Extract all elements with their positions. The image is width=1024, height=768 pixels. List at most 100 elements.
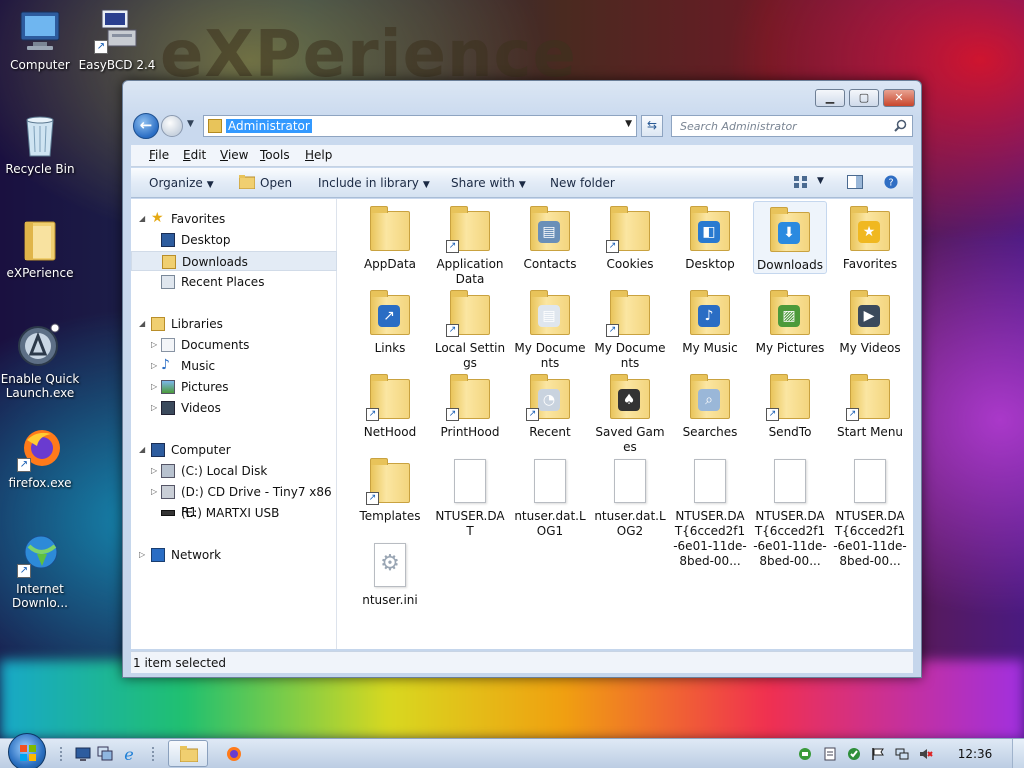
file-item[interactable]: NTUSER.DAT{6cced2f1-6e01-11de-8bed-00... (753, 453, 827, 569)
desktop-icon-recycle-bin[interactable]: Recycle Bin (0, 112, 80, 176)
desktop-icon-computer[interactable]: Computer (0, 8, 80, 72)
desktop-icon-enable-quick-launch[interactable]: Enable Quick Launch.exe (0, 322, 80, 400)
nav-videos[interactable]: ▷ Videos (131, 398, 337, 418)
collapse-icon[interactable]: ◢ (139, 209, 145, 229)
nav-cd-drive[interactable]: ▷ (D:) CD Drive - Tiny7 x86 R1 (131, 482, 337, 519)
folder-item[interactable]: ↗ My Documents (593, 285, 667, 371)
folder-item[interactable]: ↗ Cookies (593, 201, 667, 272)
network-connection-icon[interactable] (895, 747, 909, 761)
security-tray-icon[interactable] (847, 747, 861, 761)
nav-libraries[interactable]: ◢ Libraries (131, 314, 337, 334)
organize-button[interactable]: Organize ▼ (149, 176, 214, 190)
address-text[interactable]: Administrator (226, 119, 312, 133)
menu-view[interactable]: View (220, 148, 248, 162)
file-item[interactable]: ntuser.dat.LOG1 (513, 453, 587, 539)
menu-tools[interactable]: Tools (260, 148, 290, 162)
search-icon[interactable] (894, 119, 907, 132)
collapse-icon[interactable]: ◢ (139, 314, 145, 334)
desktop-icon-experience[interactable]: eXPerience (0, 216, 80, 280)
preview-pane-icon[interactable] (847, 175, 863, 189)
folder-item[interactable]: ▶ My Videos (833, 285, 907, 356)
internet-explorer-icon[interactable]: e (121, 746, 137, 762)
file-item[interactable]: NTUSER.DAT{6cced2f1-6e01-11de-8bed-00... (833, 453, 907, 569)
file-item[interactable]: ntuser.dat.LOG2 (593, 453, 667, 539)
start-button[interactable] (8, 733, 46, 768)
view-options-icon[interactable] (793, 175, 809, 189)
folder-item[interactable]: ♪ My Music (673, 285, 747, 356)
forward-button[interactable] (161, 115, 183, 137)
desktop-icon-firefox[interactable]: ↗ firefox.exe (0, 426, 80, 490)
action-center-flag-icon[interactable] (871, 747, 885, 761)
folder-item[interactable]: ▨ My Pictures (753, 285, 827, 356)
collapse-icon[interactable]: ◢ (139, 440, 145, 460)
folder-item[interactable]: ↗ PrintHood (433, 369, 507, 440)
folder-item[interactable]: ↗ Application Data (433, 201, 507, 287)
menu-file[interactable]: File (149, 148, 169, 162)
folder-item[interactable]: ◔ ↗ Recent (513, 369, 587, 440)
menu-help[interactable]: Help (305, 148, 332, 162)
folder-item[interactable]: ↗ SendTo (753, 369, 827, 440)
file-item[interactable]: NTUSER.DAT{6cced2f1-6e01-11de-8bed-00... (673, 453, 747, 569)
back-button[interactable]: ← (133, 113, 159, 139)
folder-item[interactable]: ↗ Templates (353, 453, 427, 524)
show-desktop-button[interactable] (1012, 739, 1024, 768)
folder-item[interactable]: ⌕ Searches (673, 369, 747, 440)
network-tray-icon[interactable] (798, 747, 812, 761)
menu-edit[interactable]: Edit (183, 148, 206, 162)
folder-item[interactable]: AppData (353, 201, 427, 272)
nav-pictures[interactable]: ▷ Pictures (131, 377, 337, 397)
folder-item[interactable]: ↗ Start Menu (833, 369, 907, 440)
nav-documents[interactable]: ▷ Documents (131, 335, 337, 355)
refresh-button[interactable]: ⇆ (641, 115, 663, 137)
nav-music[interactable]: ▷ ♪ Music (131, 356, 337, 376)
expand-icon[interactable]: ▷ (151, 461, 157, 481)
address-dropdown-icon[interactable]: ▼ (625, 119, 632, 129)
expand-icon[interactable]: ▷ (151, 356, 157, 376)
desktop-icon-internet-download[interactable]: ↗ Internet Downlo... (0, 532, 80, 610)
address-bar[interactable]: Administrator ▼ (203, 115, 637, 137)
nav-usb-drive[interactable]: (E:) MARTXI USB (131, 503, 337, 523)
clipboard-tray-icon[interactable] (823, 747, 837, 761)
expand-icon[interactable]: ▷ (139, 545, 145, 565)
firefox-icon[interactable] (226, 746, 242, 762)
folder-item[interactable]: ↗ Links (353, 285, 427, 356)
search-box[interactable]: Search Administrator (671, 115, 913, 137)
include-in-library-button[interactable]: Include in library ▼ (318, 176, 430, 190)
show-desktop-quicklaunch-icon[interactable] (75, 746, 91, 762)
folder-item[interactable]: ★ Favorites (833, 201, 907, 272)
folder-item[interactable]: ↗ Local Settings (433, 285, 507, 371)
expand-icon[interactable]: ▷ (151, 335, 157, 355)
switch-windows-icon[interactable] (97, 746, 113, 762)
maximize-button[interactable]: ▢ (849, 89, 879, 107)
close-button[interactable]: ✕ (883, 89, 915, 107)
nav-local-disk[interactable]: ▷ (C:) Local Disk (131, 461, 337, 481)
share-with-button[interactable]: Share with ▼ (451, 176, 526, 190)
nav-desktop[interactable]: Desktop (131, 230, 337, 250)
explorer-window[interactable]: ▁ ▢ ✕ ← ▼ Administrator ▼ ⇆ Search Admin… (122, 80, 922, 678)
folder-item[interactable]: ◧ Desktop (673, 201, 747, 272)
folder-item[interactable]: ↗ NetHood (353, 369, 427, 440)
expand-icon[interactable]: ▷ (151, 377, 157, 397)
nav-computer[interactable]: ◢ Computer (131, 440, 337, 460)
desktop-icon-easybcd[interactable]: ↗ EasyBCD 2.4 (77, 8, 157, 72)
folder-item[interactable]: ▤ My Documents (513, 285, 587, 371)
folder-item[interactable]: ♠ Saved Games (593, 369, 667, 455)
folder-item[interactable]: ⬇ Downloads (753, 201, 827, 274)
folder-item[interactable]: ▤ Contacts (513, 201, 587, 272)
help-icon[interactable]: ? (883, 175, 899, 189)
new-folder-button[interactable]: New folder (550, 176, 615, 190)
volume-muted-icon[interactable] (919, 747, 933, 761)
system-clock[interactable]: 12:36 (948, 747, 1002, 761)
nav-favorites[interactable]: ◢ ★ Favorites (131, 209, 337, 229)
taskbar-explorer-button[interactable] (168, 740, 208, 767)
file-item[interactable]: ⚙ ntuser.ini (353, 537, 427, 608)
minimize-button[interactable]: ▁ (815, 89, 845, 107)
expand-icon[interactable]: ▷ (151, 398, 157, 418)
open-button[interactable]: Open (260, 176, 292, 190)
view-options-dropdown-icon[interactable]: ▼ (817, 176, 824, 186)
nav-network[interactable]: ▷ Network (131, 545, 337, 565)
nav-recent-places[interactable]: Recent Places (131, 272, 337, 292)
file-item[interactable]: NTUSER.DAT (433, 453, 507, 539)
expand-icon[interactable]: ▷ (151, 482, 157, 502)
recent-pages-dropdown[interactable]: ▼ (187, 119, 194, 129)
